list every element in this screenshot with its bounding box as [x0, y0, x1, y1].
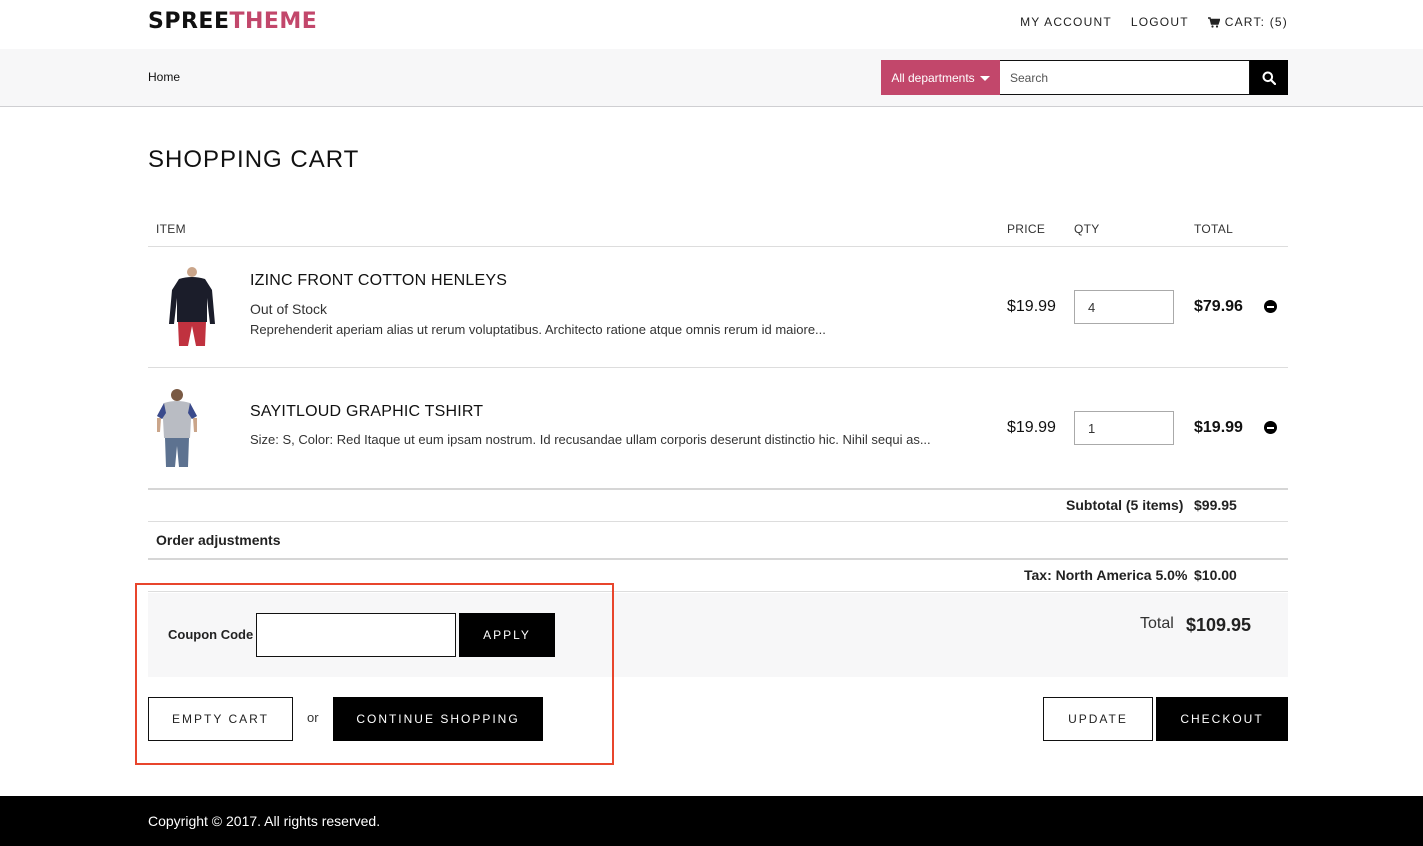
divider — [148, 521, 1288, 522]
apply-coupon-button[interactable]: APPLY — [459, 613, 555, 657]
department-dropdown[interactable]: All departments — [881, 60, 1000, 95]
divider — [148, 558, 1288, 560]
navbar: Home All departments — [0, 49, 1423, 107]
divider — [148, 367, 1288, 368]
column-header-item: ITEM — [156, 222, 186, 236]
search-button[interactable] — [1250, 60, 1288, 95]
item-total: $19.99 — [1194, 419, 1243, 436]
page-title: SHOPPING CART — [148, 146, 360, 173]
empty-cart-button[interactable]: EMPTY CART — [148, 697, 293, 741]
checkout-button[interactable]: CHECKOUT — [1156, 697, 1288, 741]
coupon-code-label: Coupon Code — [168, 627, 254, 642]
item-description: Reprehenderit aperiam alias ut rerum vol… — [250, 322, 826, 337]
order-total-label: Total — [1140, 615, 1174, 632]
breadcrumb-home[interactable]: Home — [148, 70, 180, 84]
department-dropdown-label: All departments — [891, 70, 975, 85]
coupon-code-input[interactable] — [256, 613, 456, 657]
item-stock-status: Out of Stock — [250, 301, 328, 317]
item-total: $79.96 — [1194, 298, 1243, 315]
logo-part-1: SPREE — [148, 9, 230, 34]
logo[interactable]: SPREETHEME — [148, 9, 317, 34]
quantity-input[interactable] — [1074, 290, 1174, 324]
quantity-input[interactable] — [1074, 411, 1174, 445]
caret-down-icon — [979, 76, 990, 81]
tax-label: Tax: North America 5.0% — [1024, 567, 1188, 583]
tshirt-product-image[interactable] — [154, 388, 200, 468]
update-cart-button[interactable]: UPDATE — [1043, 697, 1153, 741]
subtotal-value: $99.95 — [1194, 497, 1237, 513]
column-header-price: PRICE — [1007, 222, 1046, 236]
account-nav: MY ACCOUNT LOGOUT CART: (5) — [1020, 15, 1288, 29]
divider — [148, 246, 1288, 247]
subtotal-label: Subtotal (5 items) — [1066, 497, 1184, 513]
column-header-qty: QTY — [1074, 222, 1100, 236]
order-total-value: $109.95 — [1186, 615, 1252, 635]
copyright-text: Copyright © 2017. All rights reserved. — [148, 813, 381, 829]
logout-link[interactable]: LOGOUT — [1131, 15, 1189, 29]
search-input[interactable] — [1000, 60, 1250, 95]
cart-icon — [1207, 16, 1220, 28]
or-separator: or — [307, 710, 319, 725]
footer: Copyright © 2017. All rights reserved. — [0, 796, 1423, 846]
item-description: Size: S, Color: Red Itaque ut eum ipsam … — [250, 432, 931, 447]
henley-product-image[interactable] — [165, 266, 219, 348]
order-adjustments-label: Order adjustments — [156, 532, 281, 548]
my-account-link[interactable]: MY ACCOUNT — [1020, 15, 1112, 29]
column-header-total: TOTAL — [1194, 222, 1234, 236]
item-price: $19.99 — [1007, 419, 1056, 436]
tax-value: $10.00 — [1194, 567, 1237, 583]
search-icon — [1262, 71, 1276, 85]
logo-part-2: THEME — [229, 9, 318, 34]
divider — [148, 488, 1288, 490]
cart-link[interactable]: CART: (5) — [1207, 15, 1288, 29]
divider — [148, 591, 1288, 592]
item-price: $19.99 — [1007, 298, 1056, 315]
remove-item-icon[interactable] — [1264, 421, 1277, 434]
top-header: SPREETHEME MY ACCOUNT LOGOUT CART: (5) — [0, 0, 1423, 49]
item-name[interactable]: SAYITLOUD GRAPHIC TSHIRT — [250, 403, 483, 421]
continue-shopping-button[interactable]: CONTINUE SHOPPING — [333, 697, 543, 741]
item-name[interactable]: IZINC FRONT COTTON HENLEYS — [250, 272, 507, 290]
cart-link-label: CART: (5) — [1224, 15, 1288, 29]
remove-item-icon[interactable] — [1264, 300, 1277, 313]
